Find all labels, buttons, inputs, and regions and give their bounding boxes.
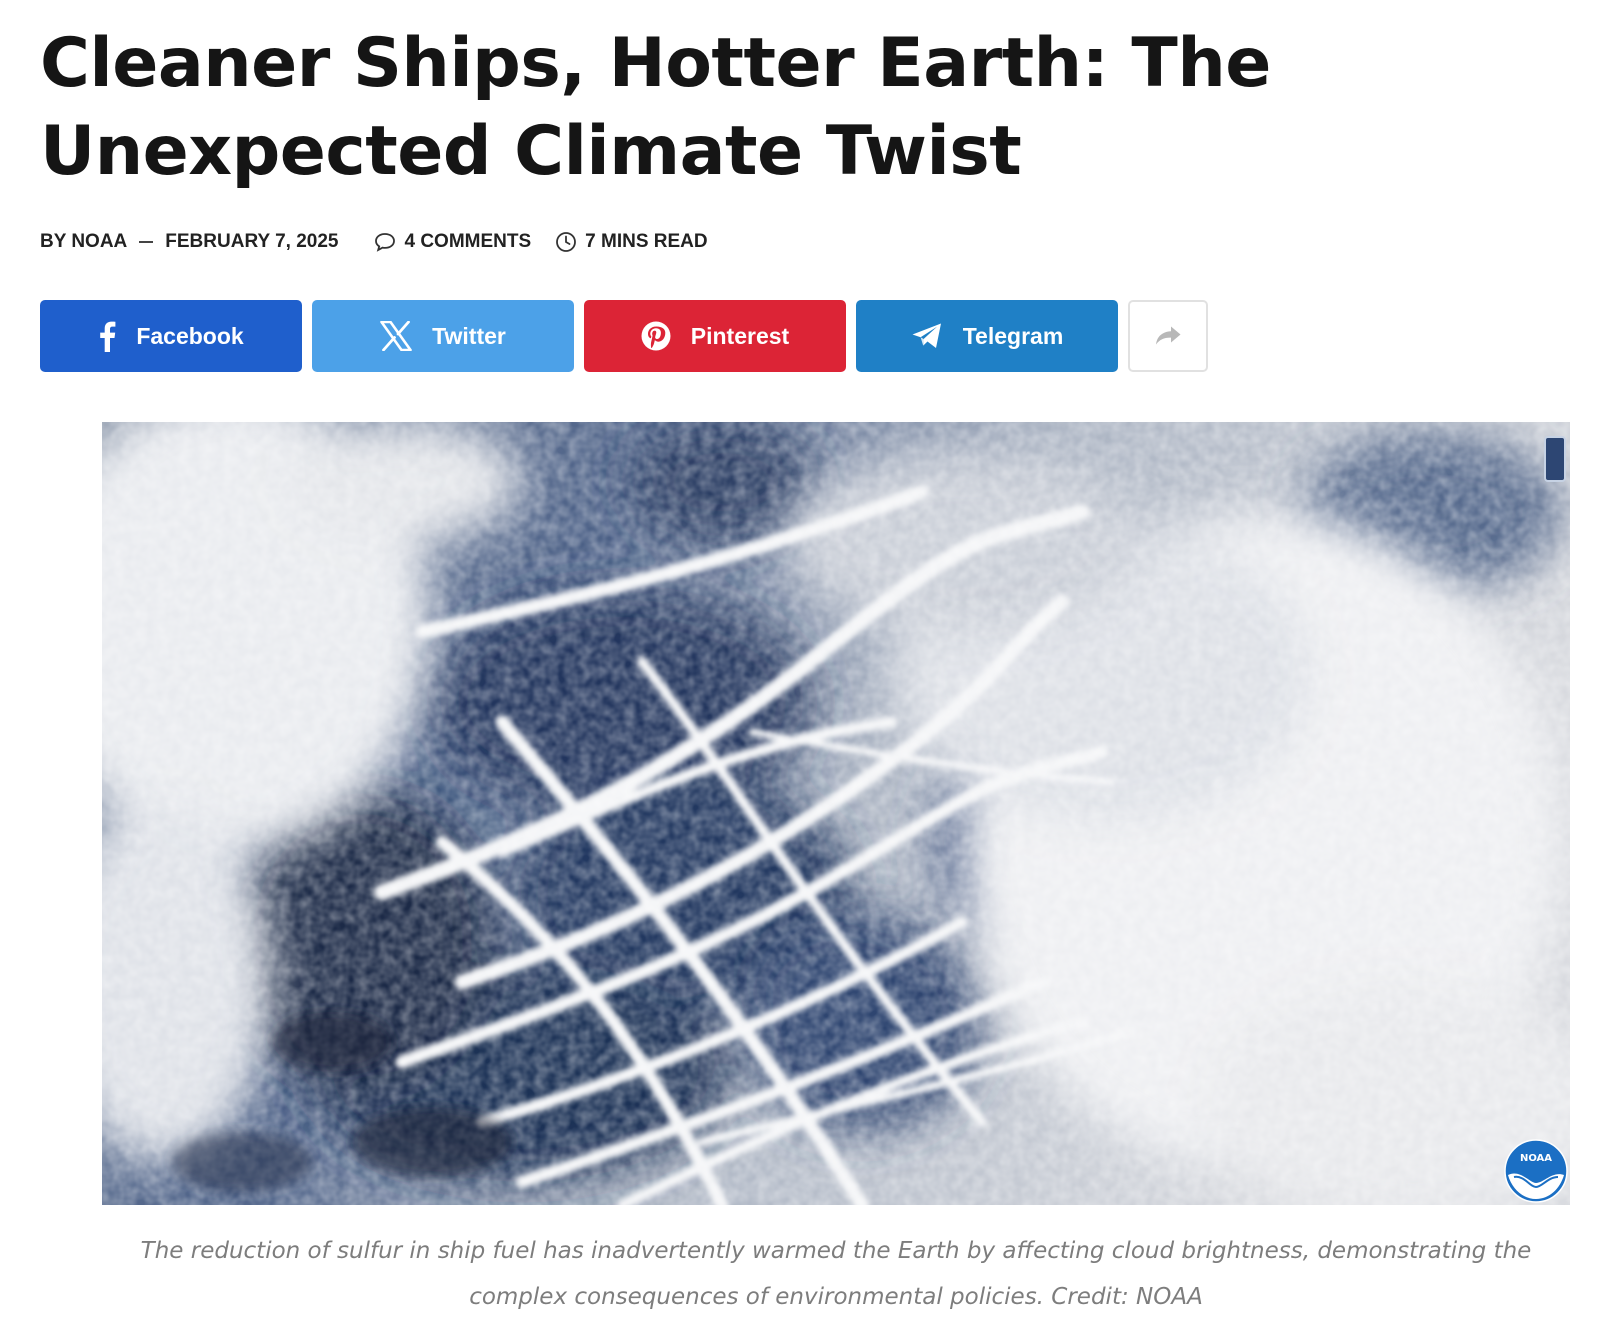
publish-date: FEBRUARY 7, 2025 bbox=[165, 231, 339, 252]
pinterest-label: Pinterest bbox=[690, 322, 790, 349]
byline-group: BY NOAA FEBRUARY 7, 2025 bbox=[40, 231, 338, 253]
share-bar: Facebook Twitter Pinterest Telegram bbox=[40, 300, 1208, 372]
telegram-icon bbox=[911, 322, 943, 350]
x-icon bbox=[380, 321, 412, 351]
clock-icon bbox=[556, 232, 577, 252]
image-corner-tab bbox=[1544, 436, 1566, 482]
featured-image[interactable]: NOAA bbox=[102, 422, 1570, 1205]
cloud-texture bbox=[102, 422, 1570, 1205]
facebook-share-button[interactable]: Facebook bbox=[40, 300, 302, 372]
comments-link[interactable]: 4 COMMENTS bbox=[374, 231, 531, 253]
telegram-share-button[interactable]: Telegram bbox=[856, 300, 1118, 372]
article-title: Cleaner Ships, Hotter Earth: The Unexpec… bbox=[40, 24, 1271, 191]
more-share-button[interactable] bbox=[1128, 300, 1208, 372]
svg-text:NOAA: NOAA bbox=[1520, 1153, 1552, 1164]
image-caption: The reduction of sulfur in ship fuel has… bbox=[140, 1238, 1532, 1310]
noaa-logo: NOAA bbox=[1504, 1139, 1568, 1203]
share-arrow-icon bbox=[1156, 326, 1181, 345]
twitter-label: Twitter bbox=[432, 322, 506, 349]
ship-tracks-satellite-image bbox=[102, 422, 1570, 1205]
facebook-label: Facebook bbox=[136, 322, 244, 349]
read-time-label: 7 MINS READ bbox=[585, 231, 708, 252]
meta-separator bbox=[139, 241, 154, 243]
article-meta: BY NOAA FEBRUARY 7, 2025 4 COMMENTS 7 MI… bbox=[40, 228, 708, 256]
telegram-label: Telegram bbox=[962, 322, 1064, 349]
read-time: 7 MINS READ bbox=[555, 231, 708, 253]
pinterest-icon bbox=[641, 321, 671, 351]
twitter-share-button[interactable]: Twitter bbox=[312, 300, 574, 372]
comment-icon bbox=[375, 233, 396, 252]
facebook-icon bbox=[98, 320, 116, 352]
author-byline[interactable]: BY NOAA bbox=[40, 231, 127, 253]
pinterest-share-button[interactable]: Pinterest bbox=[584, 300, 846, 372]
comments-count[interactable]: 4 COMMENTS bbox=[404, 231, 531, 253]
